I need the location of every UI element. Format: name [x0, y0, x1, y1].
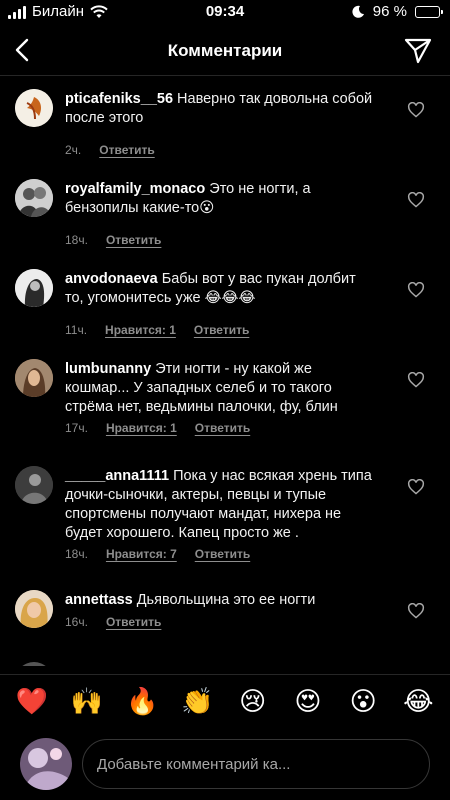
comment-text: royalfamily_monaco Это не ногти, а бензо… — [65, 180, 375, 218]
comment-body: Дьявольщина это ее ногти — [136, 592, 316, 608]
comment-time: 2ч. — [65, 143, 82, 157]
reply-button[interactable]: Ответить — [106, 615, 161, 629]
emoji-crying[interactable]: 😢 — [233, 686, 273, 716]
comment-input[interactable] — [82, 739, 430, 789]
avatar[interactable] — [15, 466, 53, 504]
heart-icon[interactable] — [407, 603, 425, 619]
avatar[interactable] — [15, 590, 53, 628]
comment-text: lumbunanny Эти ногти - ну какой же кошма… — [65, 360, 375, 417]
emoji-quick-bar: ❤️ 🙌 🔥 👏 😢 😍 😮 😂 — [0, 674, 450, 726]
avatar[interactable] — [15, 359, 53, 397]
comment-meta: 18ч. Нравится: 7 Ответить — [65, 547, 250, 561]
comment-meta: 2ч. Ответить — [65, 143, 155, 157]
emoji-laughing[interactable]: 😂 — [398, 686, 438, 716]
comment-time: 18ч. — [65, 233, 88, 247]
reply-button[interactable]: Ответить — [194, 323, 249, 337]
avatar[interactable] — [15, 662, 53, 666]
status-bar: Билайн 09:34 96 % — [0, 0, 450, 26]
battery-percent: 96 % — [372, 3, 407, 20]
comment-username[interactable]: lumbunanny — [65, 361, 151, 377]
reply-button[interactable]: Ответить — [106, 233, 161, 247]
comment-text: anvodonaeva Бабы вот у вас пукан долбит … — [65, 270, 375, 308]
comment-meta: 11ч. Нравится: 1 Ответить — [65, 323, 249, 337]
direct-message-icon[interactable] — [404, 38, 432, 64]
heart-icon[interactable] — [407, 479, 425, 495]
comment-text: _____anna1111 Пока у нас всякая хрень ти… — [65, 467, 375, 543]
emoji-surprised[interactable]: 😮 — [343, 686, 383, 716]
moon-icon — [352, 5, 364, 18]
emoji-fire[interactable]: 🔥 — [122, 686, 162, 716]
comment-composer — [0, 736, 450, 794]
avatar[interactable] — [15, 89, 53, 127]
heart-icon[interactable] — [407, 192, 425, 208]
comment-username[interactable]: pticafeniks__56 — [65, 91, 173, 107]
comment-time: 17ч. — [65, 421, 88, 435]
avatar[interactable] — [15, 179, 53, 217]
comment-text: annettass Дьявольщина это ее ногти — [65, 591, 375, 610]
heart-icon[interactable] — [407, 282, 425, 298]
comment-username[interactable]: royalfamily_monaco — [65, 181, 205, 197]
comment-meta: 18ч. Ответить — [65, 233, 161, 247]
comments-list[interactable]: pticafeniks__56 Наверно так довольна соб… — [0, 77, 450, 666]
current-user-avatar[interactable] — [20, 738, 72, 790]
comment-time: 18ч. — [65, 547, 88, 561]
avatar[interactable] — [15, 269, 53, 307]
emoji-raised-hands[interactable]: 🙌 — [67, 686, 107, 716]
comment-username[interactable]: annettass — [65, 592, 133, 608]
heart-icon[interactable] — [407, 102, 425, 118]
emoji-heart[interactable]: ❤️ — [12, 686, 52, 716]
reply-button[interactable]: Ответить — [99, 143, 154, 157]
likes-count[interactable]: Нравится: 7 — [106, 547, 177, 561]
heart-icon[interactable] — [407, 372, 425, 388]
reply-button[interactable]: Ответить — [195, 547, 250, 561]
likes-count[interactable]: Нравится: 1 — [105, 323, 176, 337]
battery-icon — [415, 5, 443, 18]
likes-count[interactable]: Нравится: 1 — [106, 421, 177, 435]
comment-meta: 17ч. Нравится: 1 Ответить — [65, 421, 250, 435]
comment-username[interactable]: _____anna1111 — [65, 468, 169, 484]
comment-username[interactable]: anvodonaeva — [65, 271, 158, 287]
comment-text: pticafeniks__56 Наверно так довольна соб… — [65, 90, 375, 128]
page-title: Комментарии — [167, 41, 283, 60]
comment-time: 16ч. — [65, 615, 88, 629]
comment-meta: 16ч. Ответить — [65, 615, 161, 629]
emoji-heart-eyes[interactable]: 😍 — [288, 686, 328, 716]
header: Комментарии — [0, 26, 450, 76]
comment-time: 11ч. — [65, 323, 88, 337]
emoji-clapping[interactable]: 👏 — [177, 686, 217, 716]
reply-button[interactable]: Ответить — [195, 421, 250, 435]
